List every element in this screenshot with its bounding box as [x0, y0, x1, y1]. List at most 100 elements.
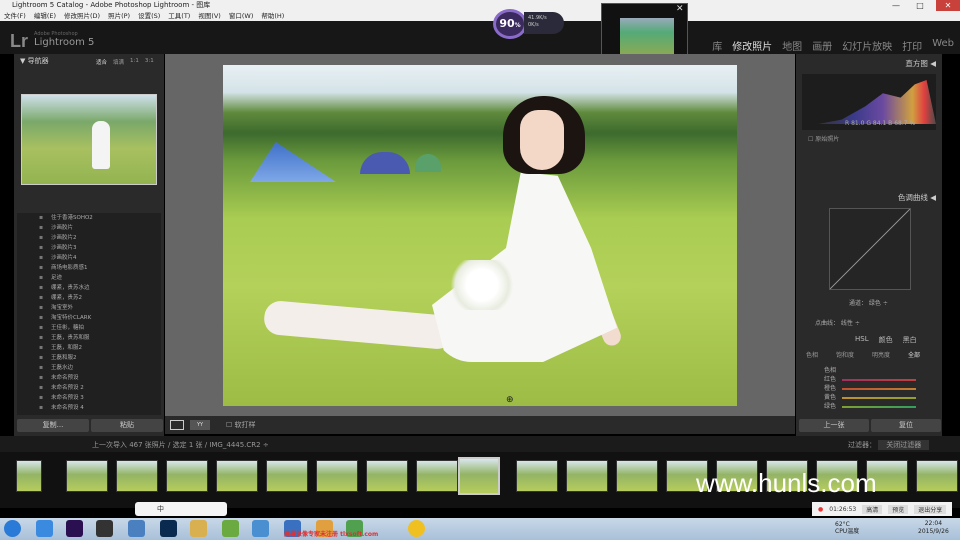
yellow-slider[interactable]	[842, 397, 916, 399]
paste-button[interactable]: 粘贴	[91, 419, 163, 432]
copy-button[interactable]: 复制...	[17, 419, 89, 432]
minimize-button[interactable]: —	[884, 0, 908, 11]
zoom-3-1[interactable]: 3:1	[145, 58, 154, 66]
reset-button[interactable]: 复位	[871, 419, 941, 432]
ie-icon[interactable]	[36, 520, 53, 537]
close-button[interactable]: ✕	[936, 0, 960, 11]
preset-item[interactable]: 王磊，和服2	[17, 343, 161, 353]
filmstrip-thumbnail[interactable]	[616, 460, 658, 492]
cloud-icon[interactable]	[252, 520, 269, 537]
soft-proof-toggle[interactable]: ☐ 软打样	[226, 420, 256, 430]
preset-item[interactable]: 绷紧，贵苏2	[17, 293, 161, 303]
filmstrip-thumbnail[interactable]	[416, 460, 458, 492]
original-photo-toggle[interactable]: ☐ 原始照片	[808, 134, 839, 143]
hd-button[interactable]: 高清	[862, 504, 883, 514]
filmstrip-thumbnail[interactable]	[316, 460, 358, 492]
preset-item[interactable]: 绷紧，贵苏水边	[17, 283, 161, 293]
tone-curve-graph[interactable]	[829, 208, 911, 290]
hsl-tab[interactable]: HSL	[855, 335, 869, 345]
menu-tools[interactable]: 工具(T)	[168, 11, 190, 21]
folder-icon[interactable]	[190, 520, 207, 537]
preset-item[interactable]: 淘宝室外	[17, 303, 161, 313]
filmstrip-thumbnail[interactable]	[16, 460, 42, 492]
preset-item[interactable]: 沙画胶片	[17, 223, 161, 233]
previous-button[interactable]: 上一张	[799, 419, 869, 432]
menu-window[interactable]: 窗口(W)	[229, 11, 254, 21]
filmstrip-thumbnail[interactable]	[916, 460, 958, 492]
green-slider[interactable]	[842, 406, 916, 408]
preset-item[interactable]: 淘宝特价CLARK	[17, 313, 161, 323]
tone-curve-header[interactable]: 色调曲线 ◀	[898, 192, 936, 203]
orange-slider[interactable]	[842, 388, 916, 390]
menu-photo[interactable]: 照片(P)	[108, 11, 130, 21]
filmstrip-thumbnail[interactable]	[366, 460, 408, 492]
premiere-icon[interactable]	[66, 520, 83, 537]
preset-item[interactable]: 商场电影质感1	[17, 263, 161, 273]
menu-settings[interactable]: 设置(S)	[138, 11, 160, 21]
filmstrip-thumbnail[interactable]	[266, 460, 308, 492]
zoom-1-1[interactable]: 1:1	[130, 58, 139, 66]
tab-saturation[interactable]: 饱和度	[836, 350, 854, 359]
menu-develop[interactable]: 修改照片(D)	[64, 11, 100, 21]
color-tab[interactable]: 颜色	[879, 335, 893, 345]
exit-share-button[interactable]: 退出分享	[914, 504, 947, 514]
photoshop-icon[interactable]	[160, 520, 177, 537]
menu-file[interactable]: 文件(F)	[4, 11, 26, 21]
module-map[interactable]: 地图	[782, 38, 802, 53]
menu-view[interactable]: 视图(V)	[198, 11, 221, 21]
filmstrip-source[interactable]: 上一次导入 467 张照片 / 选定 1 张 / IMG_4445.CR2 ÷	[92, 440, 269, 450]
module-web[interactable]: Web	[932, 38, 954, 53]
preset-item[interactable]: 未命名预设 3	[17, 393, 161, 403]
before-after-icon[interactable]: YY	[190, 420, 210, 430]
preset-item[interactable]: 沙画胶片3	[17, 243, 161, 253]
tab-all[interactable]: 全部	[908, 350, 920, 359]
preset-item[interactable]: 住于香港SOHO2	[17, 213, 161, 223]
wechat-icon[interactable]	[222, 520, 239, 537]
point-curve-select[interactable]: 点曲线： 线性 ÷	[815, 318, 860, 327]
preset-item[interactable]: 王佳彬，糖拍	[17, 323, 161, 333]
preset-item[interactable]: 未命名预设 2	[17, 383, 161, 393]
qq-icon[interactable]	[408, 520, 425, 537]
close-icon[interactable]: ✕	[676, 4, 684, 14]
module-slideshow[interactable]: 幻灯片放映	[842, 38, 892, 53]
system-clock[interactable]: 22:04 2015/9/26	[918, 520, 949, 536]
preset-item[interactable]: 未命名预设	[17, 373, 161, 383]
filmstrip-thumbnail[interactable]	[216, 460, 258, 492]
filmstrip-thumbnail[interactable]	[166, 460, 208, 492]
filmstrip-thumbnail[interactable]	[116, 460, 158, 492]
module-develop[interactable]: 修改照片	[732, 38, 772, 53]
module-print[interactable]: 打印	[902, 38, 922, 53]
ime-toolbar[interactable]: 中	[135, 502, 227, 516]
tab-luminance[interactable]: 明亮度	[872, 350, 890, 359]
filmstrip-thumbnail[interactable]	[566, 460, 608, 492]
maximize-button[interactable]: □	[908, 0, 932, 11]
memory-gauge[interactable]: 90%	[493, 9, 527, 39]
preset-item[interactable]: 沙画胶片2	[17, 233, 161, 243]
filmstrip-thumbnail[interactable]	[66, 460, 108, 492]
bw-tab[interactable]: 黑白	[903, 335, 917, 345]
navigator-preview[interactable]	[21, 94, 157, 185]
menu-help[interactable]: 帮助(H)	[261, 11, 284, 21]
curve-channel-select[interactable]: 通道： 绿色 ÷	[849, 298, 888, 307]
module-book[interactable]: 画册	[812, 38, 832, 53]
preset-item[interactable]: 足迹	[17, 273, 161, 283]
preset-item[interactable]: 王磊水边	[17, 363, 161, 373]
bird-icon[interactable]	[128, 520, 145, 537]
menu-edit[interactable]: 编辑(E)	[34, 11, 56, 21]
preview-button[interactable]: 预览	[888, 504, 909, 514]
module-library[interactable]: 库	[712, 38, 722, 53]
preset-item[interactable]: 王磊和服2	[17, 353, 161, 363]
lightroom-icon[interactable]	[96, 520, 113, 537]
filter-select[interactable]: 关闭过滤器	[878, 440, 930, 450]
zoom-fit[interactable]: 适合	[96, 58, 107, 66]
filmstrip-thumbnail[interactable]	[516, 460, 558, 492]
red-slider[interactable]	[842, 379, 916, 381]
loupe-view-icon[interactable]	[170, 420, 184, 430]
tab-hue[interactable]: 色相	[806, 350, 818, 359]
histogram-header[interactable]: 直方图 ◀	[905, 58, 936, 69]
start-icon[interactable]	[4, 520, 21, 537]
filmstrip-thumbnail[interactable]	[458, 457, 500, 495]
preset-item[interactable]: 沙画胶片4	[17, 253, 161, 263]
preset-item[interactable]: 王磊，贵苏和服	[17, 333, 161, 343]
preset-item[interactable]: 未命名预设 4	[17, 403, 161, 413]
